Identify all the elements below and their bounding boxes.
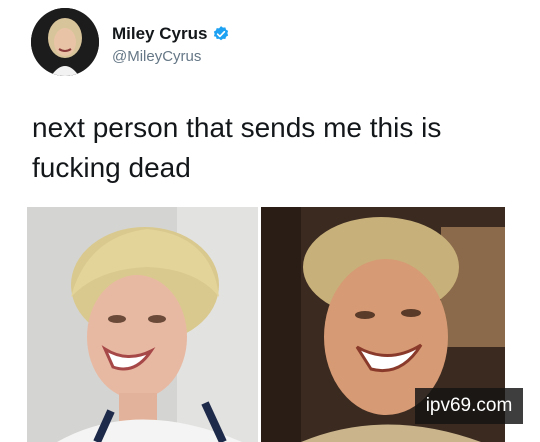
tweet-card: Miley Cyrus @MileyCyrus next person that… bbox=[0, 0, 540, 442]
name-row: Miley Cyrus bbox=[112, 24, 230, 44]
media-photo-left[interactable] bbox=[27, 207, 258, 442]
tweet-text: next person that sends me this is fuckin… bbox=[32, 112, 442, 183]
avatar-photo bbox=[31, 8, 99, 76]
display-name[interactable]: Miley Cyrus bbox=[112, 24, 207, 44]
verified-badge-icon bbox=[212, 25, 230, 43]
user-handle[interactable]: @MileyCyrus bbox=[112, 48, 201, 65]
watermark: ipv69.com bbox=[415, 388, 523, 424]
avatar[interactable] bbox=[31, 8, 99, 76]
